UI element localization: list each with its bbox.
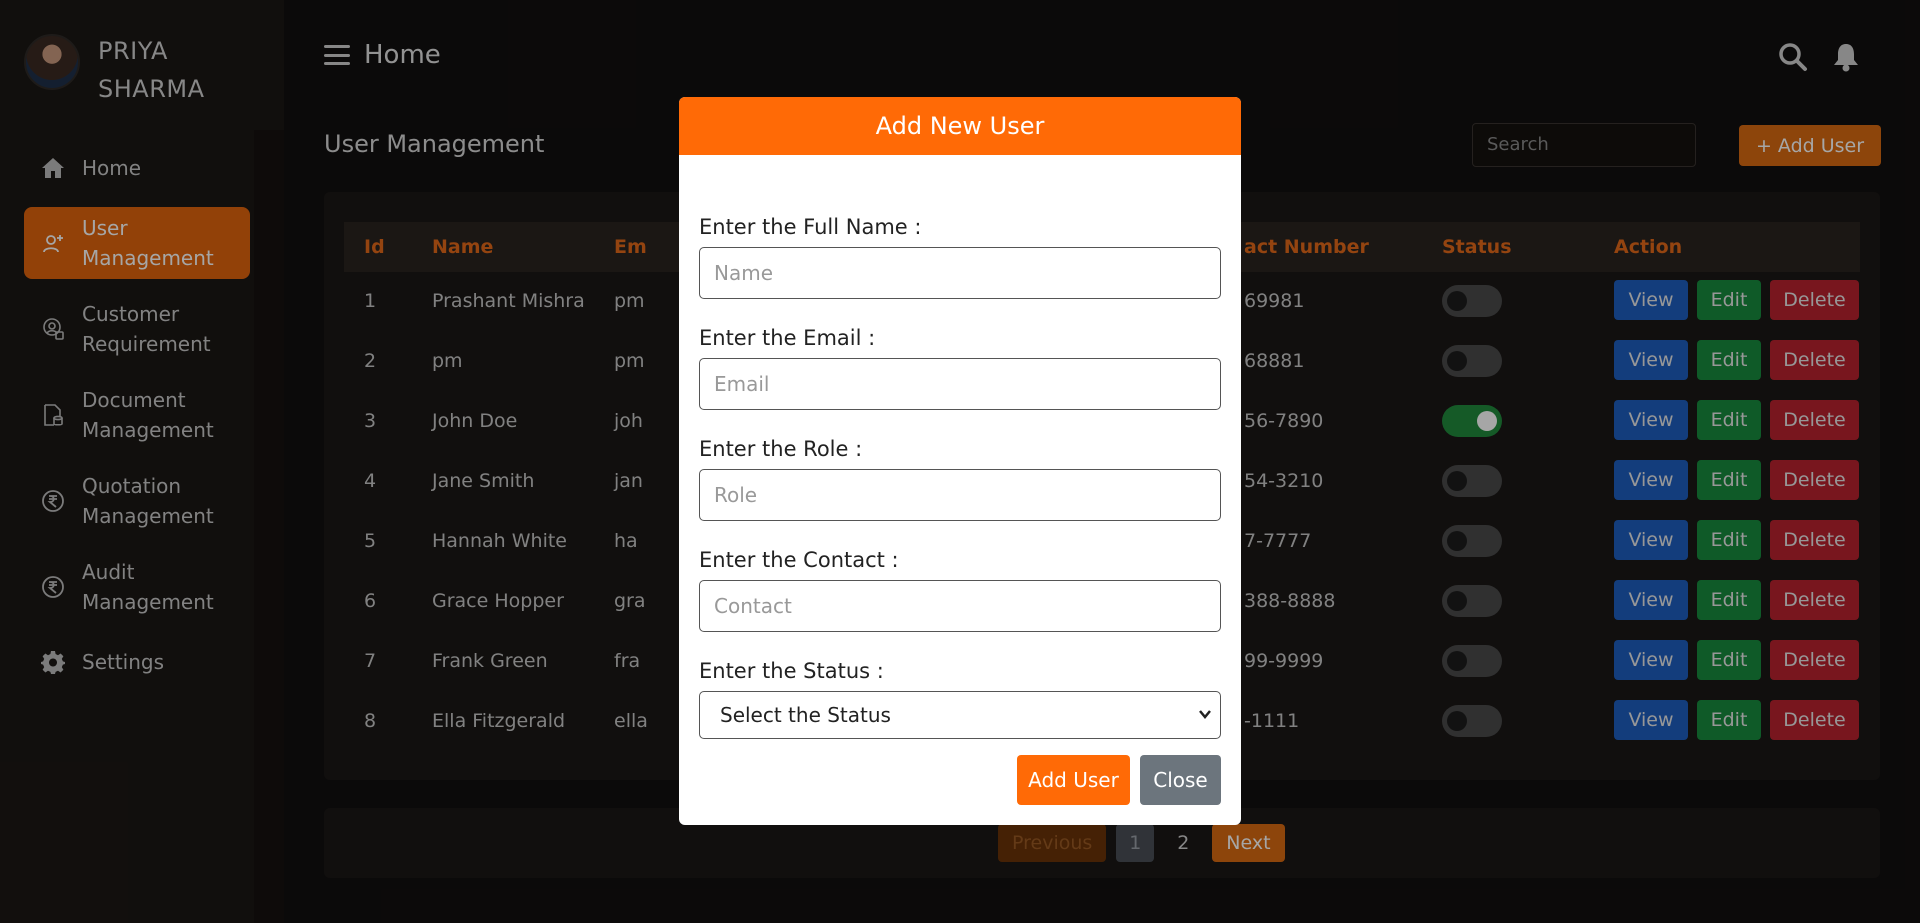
status-select-value: Select the Status bbox=[720, 703, 891, 727]
status-label: Enter the Status : bbox=[699, 659, 884, 683]
role-label: Enter the Role : bbox=[699, 437, 863, 461]
chevron-down-icon bbox=[1198, 692, 1212, 756]
contact-input[interactable]: Contact bbox=[699, 580, 1221, 632]
add-user-modal: Add New User Enter the Full Name : Name … bbox=[679, 97, 1241, 825]
modal-body: Enter the Full Name : Name Enter the Ema… bbox=[679, 155, 1241, 739]
email-label: Enter the Email : bbox=[699, 326, 876, 350]
status-select[interactable]: Select the Status bbox=[699, 691, 1221, 739]
close-button[interactable]: Close bbox=[1140, 755, 1221, 805]
email-input[interactable]: Email bbox=[699, 358, 1221, 410]
full-name-label: Enter the Full Name : bbox=[699, 215, 922, 239]
role-input[interactable]: Role bbox=[699, 469, 1221, 521]
modal-title: Add New User bbox=[679, 97, 1241, 155]
full-name-input[interactable]: Name bbox=[699, 247, 1221, 299]
contact-label: Enter the Contact : bbox=[699, 548, 899, 572]
submit-add-user-button[interactable]: Add User bbox=[1017, 755, 1130, 805]
modal-footer: Add User Close bbox=[1017, 755, 1221, 805]
